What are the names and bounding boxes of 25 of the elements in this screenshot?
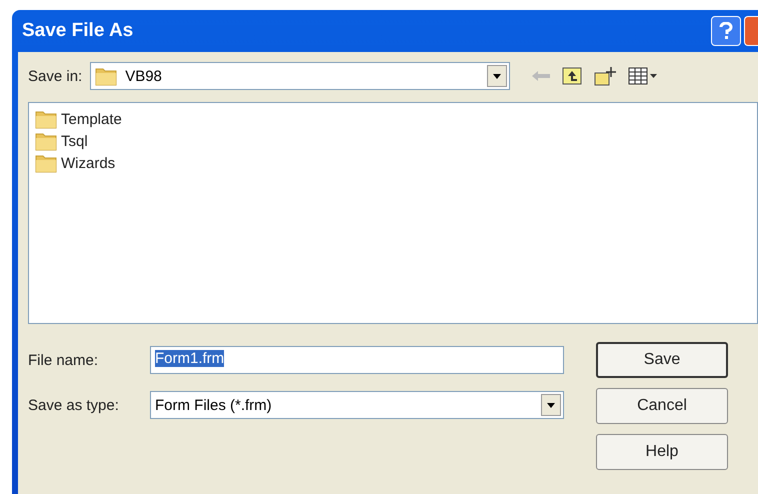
folder-icon	[35, 109, 57, 129]
help-button[interactable]	[711, 16, 741, 46]
dropdown-arrow-icon	[493, 74, 502, 78]
up-folder-icon[interactable]	[562, 67, 582, 85]
question-icon	[719, 22, 733, 40]
file-name-label: File name:	[28, 352, 100, 368]
folder-item[interactable]: Tsql	[33, 131, 90, 151]
file-type-dropdown[interactable]: Form Files (*.frm)	[150, 391, 564, 419]
folder-icon	[35, 153, 57, 173]
save-as-type-label: Save as type:	[28, 396, 120, 414]
window-title: Save File As	[22, 20, 134, 42]
dialog-button[interactable]: Help	[596, 434, 728, 470]
dialog-button[interactable]: Save	[596, 342, 728, 378]
folder-item[interactable]: Template	[33, 109, 124, 129]
view-menu-icon[interactable]	[628, 67, 658, 85]
folder-item[interactable]: Wizards	[33, 153, 118, 173]
save-in-dropdown[interactable]: VB98	[90, 62, 510, 90]
folder-icon	[95, 66, 118, 86]
new-folder-icon[interactable]	[594, 66, 616, 86]
file-name-field[interactable]: Form1.frm	[150, 346, 564, 374]
dropdown-arrow-icon	[547, 402, 555, 408]
dialog-button[interactable]: Cancel	[596, 388, 728, 424]
close-button[interactable]	[744, 16, 758, 46]
save-in-label: Save in:	[28, 68, 82, 84]
folder-icon	[35, 131, 57, 151]
